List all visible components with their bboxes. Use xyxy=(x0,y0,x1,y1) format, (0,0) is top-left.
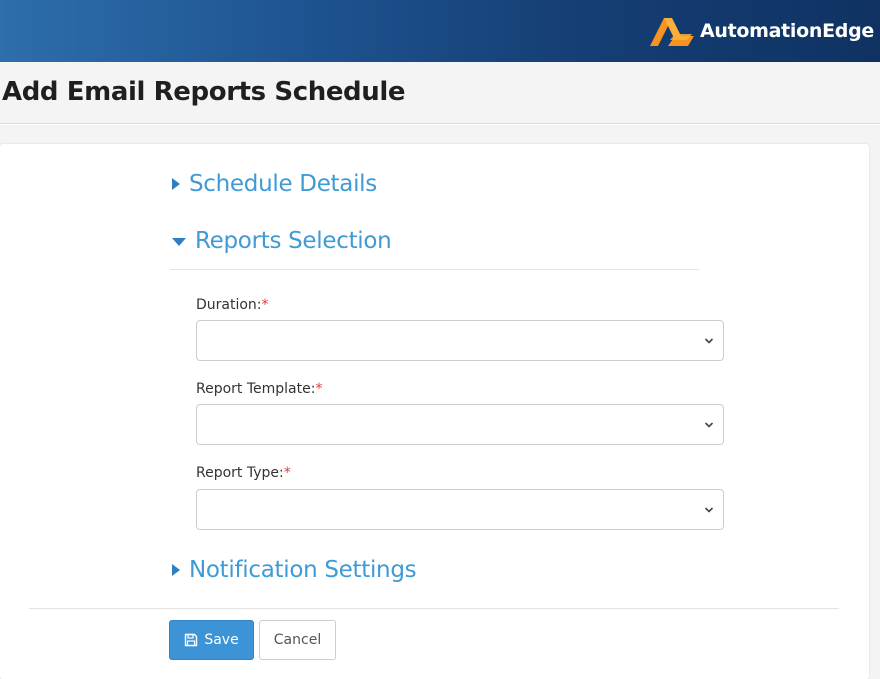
section-label: Notification Settings xyxy=(189,557,417,583)
report-type-label-text: Report Type: xyxy=(196,465,284,481)
chevron-down-icon xyxy=(704,422,714,428)
report-template-label: Report Template:* xyxy=(196,381,322,397)
chevron-down-icon xyxy=(704,507,714,513)
report-template-select[interactable] xyxy=(196,404,724,445)
required-mark: * xyxy=(315,381,323,397)
caret-down-icon xyxy=(172,238,186,246)
section-label: Schedule Details xyxy=(189,171,377,197)
duration-label-text: Duration: xyxy=(196,297,262,313)
cancel-label: Cancel xyxy=(273,632,322,648)
brand-name: AutomationEdge xyxy=(699,20,874,42)
report-type-select[interactable] xyxy=(196,489,724,530)
section-reports-selection[interactable]: Reports Selection xyxy=(172,228,392,254)
section-notification-settings[interactable]: Notification Settings xyxy=(172,557,417,583)
section-label: Reports Selection xyxy=(195,228,392,254)
report-type-label: Report Type:* xyxy=(196,465,291,481)
chevron-down-icon xyxy=(704,338,714,344)
automationedge-logo-icon xyxy=(649,18,694,46)
section-divider xyxy=(170,269,699,270)
save-label: Save xyxy=(204,632,239,648)
duration-label: Duration:* xyxy=(196,297,269,313)
page-title: Add Email Reports Schedule xyxy=(2,77,406,107)
required-mark: * xyxy=(283,465,291,481)
caret-right-icon xyxy=(172,178,180,190)
top-navigation-bar: AutomationEdge xyxy=(0,0,880,62)
save-button[interactable]: Save xyxy=(169,620,254,660)
section-schedule-details[interactable]: Schedule Details xyxy=(172,171,377,197)
cancel-button[interactable]: Cancel xyxy=(259,620,336,660)
brand-logo[interactable]: AutomationEdge xyxy=(648,12,874,50)
duration-select[interactable] xyxy=(196,320,724,361)
caret-right-icon xyxy=(172,564,180,576)
report-template-label-text: Report Template: xyxy=(196,381,316,397)
required-mark: * xyxy=(261,297,269,313)
floppy-disk-icon xyxy=(185,633,198,647)
page-header: Add Email Reports Schedule xyxy=(0,62,880,124)
footer-divider xyxy=(29,608,839,609)
